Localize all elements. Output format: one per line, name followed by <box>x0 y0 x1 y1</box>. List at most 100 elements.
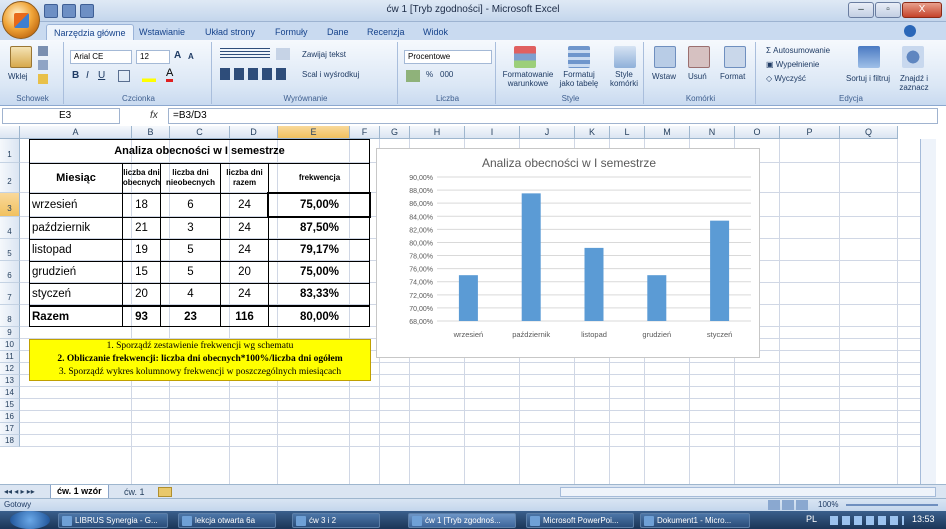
total-cell[interactable]: Razem <box>30 306 122 327</box>
column-header[interactable]: Q <box>840 126 898 139</box>
close-button[interactable]: X <box>902 2 942 18</box>
table-header[interactable]: liczba dni nieobecnych <box>161 163 220 193</box>
format-table-icon[interactable] <box>568 46 590 68</box>
row-header[interactable]: 17 <box>0 423 20 435</box>
find-select-icon[interactable] <box>902 46 924 68</box>
value-cell[interactable]: 24 <box>221 239 268 261</box>
insert-cells-icon[interactable] <box>654 46 676 68</box>
month-cell[interactable]: styczeń <box>30 283 122 305</box>
column-header[interactable]: D <box>230 126 278 139</box>
orientation-icon[interactable] <box>276 48 290 60</box>
column-header[interactable]: L <box>610 126 645 139</box>
view-buttons[interactable] <box>768 500 810 510</box>
row-header[interactable]: 10 <box>0 339 20 351</box>
column-header[interactable]: J <box>520 126 575 139</box>
column-header[interactable]: N <box>690 126 735 139</box>
minimize-button[interactable]: – <box>848 2 874 18</box>
value-cell[interactable]: 20 <box>123 283 160 305</box>
underline-button[interactable]: U <box>98 70 105 81</box>
row-header[interactable]: 1 <box>0 139 20 163</box>
chart-bar[interactable] <box>458 275 478 321</box>
horizontal-scrollbar[interactable] <box>560 487 936 497</box>
copy-icon[interactable] <box>38 60 48 70</box>
borders-icon[interactable] <box>118 70 130 82</box>
value-cell[interactable]: 15 <box>123 261 160 283</box>
conditional-format-icon[interactable] <box>514 46 536 68</box>
value-cell[interactable]: 5 <box>161 239 220 261</box>
tab-page-layout[interactable]: Układ strony <box>198 24 262 40</box>
month-cell[interactable]: wrzesień <box>30 193 122 217</box>
value-cell[interactable]: 3 <box>161 217 220 239</box>
column-header[interactable]: A <box>20 126 132 139</box>
format-table-button[interactable]: Formatuj jako tabelę <box>556 70 602 88</box>
value-cell[interactable]: 24 <box>221 193 268 217</box>
paste-icon[interactable] <box>10 46 32 68</box>
taskbar-item-active[interactable]: ćw 1 [Tryb zgodnoś... <box>408 513 516 528</box>
help-icon[interactable] <box>904 25 916 37</box>
value-cell[interactable]: 24 <box>221 217 268 239</box>
vertical-scrollbar[interactable] <box>920 139 936 484</box>
value-cell[interactable]: 20 <box>221 261 268 283</box>
font-size-box[interactable]: 12 <box>136 50 170 64</box>
sheet-tab[interactable]: ćw. 1 <box>118 486 151 498</box>
insert-sheet-icon[interactable] <box>158 487 172 497</box>
row-header[interactable]: 12 <box>0 363 20 375</box>
taskbar-item[interactable]: Dokument1 - Micro... <box>640 513 750 528</box>
paste-button[interactable]: Wklej <box>8 72 28 81</box>
percent-button[interactable]: % <box>426 70 433 79</box>
align-buttons-icon[interactable] <box>220 68 290 80</box>
number-format-box[interactable]: Procentowe <box>404 50 492 64</box>
table-header[interactable]: Miesiąc <box>30 163 122 193</box>
tab-review[interactable]: Recenzja <box>360 24 412 40</box>
row-header[interactable]: 4 <box>0 217 20 239</box>
value-cell[interactable]: 19 <box>123 239 160 261</box>
column-header[interactable]: G <box>380 126 410 139</box>
column-header[interactable]: F <box>350 126 380 139</box>
value-cell[interactable]: 4 <box>161 283 220 305</box>
row-header[interactable]: 16 <box>0 411 20 423</box>
formula-input[interactable]: =B3/D3 <box>168 108 938 124</box>
row-header[interactable]: 15 <box>0 399 20 411</box>
fx-icon[interactable]: fx <box>150 108 166 124</box>
grow-font-icon[interactable]: A <box>174 50 181 61</box>
value-cell[interactable]: 75,00% <box>269 193 370 217</box>
column-header[interactable]: I <box>465 126 520 139</box>
cell-styles-button[interactable]: Style komórki <box>604 70 644 88</box>
table-header[interactable]: frekwencja <box>269 163 370 193</box>
find-select-button[interactable]: Znajdź i zaznacz <box>892 74 936 92</box>
taskbar-item[interactable]: lekcja otwarta 6a <box>178 513 276 528</box>
row-header[interactable]: 9 <box>0 327 20 339</box>
column-header[interactable]: E <box>278 126 350 139</box>
format-button[interactable]: Format <box>720 72 745 81</box>
table-header[interactable]: liczba dni obecnych <box>123 163 160 193</box>
tab-data[interactable]: Dane <box>320 24 356 40</box>
month-cell[interactable]: grudzień <box>30 261 122 283</box>
column-header[interactable]: H <box>410 126 465 139</box>
wrap-text-button[interactable]: Zawijaj tekst <box>302 50 346 59</box>
shrink-font-icon[interactable]: A <box>188 52 194 61</box>
row-header[interactable]: 7 <box>0 283 20 305</box>
chart-bar[interactable] <box>647 275 667 321</box>
thousands-button[interactable]: 000 <box>440 70 453 79</box>
taskbar-item[interactable]: ćw 3 i 2 <box>292 513 380 528</box>
sheet-nav-icons[interactable]: ◂◂ ◂ ▸ ▸▸ <box>4 487 35 496</box>
insert-button[interactable]: Wstaw <box>652 72 676 81</box>
value-cell[interactable]: 6 <box>161 193 220 217</box>
tab-formulas[interactable]: Formuły <box>268 24 315 40</box>
row-header[interactable]: 6 <box>0 261 20 283</box>
worksheet-grid[interactable]: A B C D E F G H I J K L M N O P Q 1 2 3 4 5 6 7 8 9 10 11 12 13 14 15 16… <box>0 126 936 484</box>
row-header[interactable]: 11 <box>0 351 20 363</box>
row-header[interactable]: 3 <box>0 193 20 217</box>
column-header[interactable]: B <box>132 126 170 139</box>
value-cell[interactable]: 79,17% <box>269 239 370 261</box>
merge-center-button[interactable]: Scal i wyśrodkuj <box>302 70 359 79</box>
chart-bar[interactable] <box>584 247 604 321</box>
taskbar-item[interactable]: LIBRUS Synergia - G... <box>58 513 168 528</box>
fill-color-icon[interactable] <box>142 70 156 82</box>
cut-icon[interactable] <box>38 46 48 56</box>
fill-button[interactable]: ▣ Wypełnienie <box>766 60 819 69</box>
row-header[interactable]: 8 <box>0 305 20 327</box>
save-icon[interactable] <box>44 4 58 18</box>
maximize-button[interactable]: ▫ <box>875 2 901 18</box>
delete-cells-icon[interactable] <box>688 46 710 68</box>
